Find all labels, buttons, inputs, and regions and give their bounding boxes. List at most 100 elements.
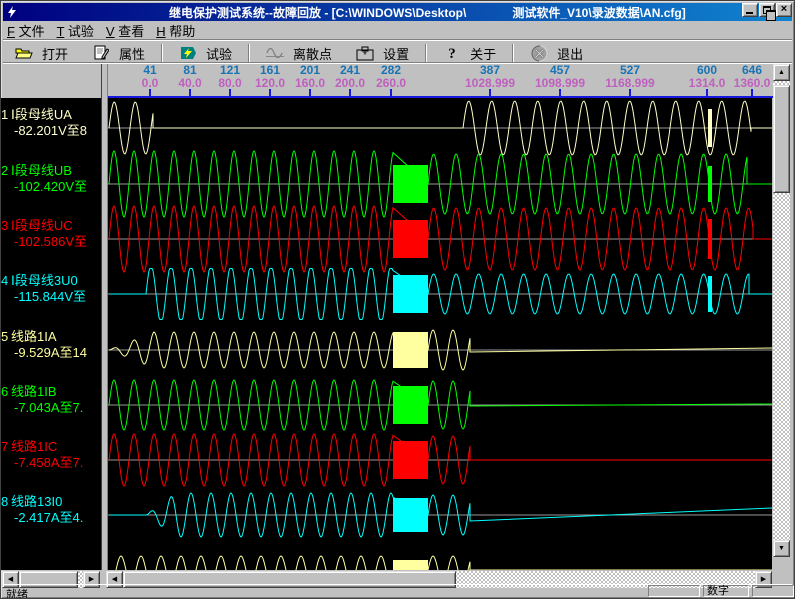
ruler-tick-81: 8140.0 bbox=[178, 64, 201, 90]
window-title-path: 测试软件_V10\录波数据\AN.cfg] bbox=[512, 4, 685, 21]
vertical-scrollbar[interactable]: ▲ ▼ bbox=[773, 64, 791, 557]
tick-mark bbox=[149, 89, 151, 96]
status-bar: 就绪 数字 bbox=[3, 584, 792, 597]
status-panel-3 bbox=[752, 585, 794, 597]
waveform-canvas[interactable] bbox=[108, 98, 772, 570]
minimize-button[interactable] bbox=[742, 3, 758, 17]
ruler-tick-387: 3871028.999 bbox=[465, 64, 515, 90]
minimize-icon bbox=[746, 12, 753, 14]
app-window: 继电保护测试系统--故障回放 - [C:\WINDOWS\Desktop\ 测试… bbox=[0, 0, 795, 599]
tick-mark bbox=[390, 89, 392, 96]
menu-item-v[interactable]: V 查看 bbox=[102, 20, 152, 41]
sine-wave-icon bbox=[266, 45, 284, 61]
cursor-marker-channel-4[interactable] bbox=[708, 276, 712, 312]
time-ruler[interactable]: 410.08140.012180.0161120.0201160.0241200… bbox=[105, 64, 773, 98]
tick-mark bbox=[706, 89, 708, 96]
arrow-right-icon: ▶ bbox=[89, 576, 94, 583]
tick-mark bbox=[189, 89, 191, 96]
cursor-marker-channel-1[interactable] bbox=[708, 109, 712, 147]
menu-accelerator: V bbox=[106, 24, 115, 39]
open-folder-icon bbox=[15, 45, 33, 61]
tick-mark bbox=[629, 89, 631, 96]
channel-number: 1 bbox=[1, 107, 11, 123]
fault-burst-block-channel-5 bbox=[393, 332, 428, 368]
channel-label-panel: 1Ⅰ段母线UA-82.201V至8 2Ⅰ段母线UB-102.420V至 3Ⅰ段母线U… bbox=[1, 98, 101, 570]
svg-text:?: ? bbox=[448, 46, 456, 61]
channel-number: 4 bbox=[1, 273, 11, 289]
menu-item-h[interactable]: H 帮助 bbox=[152, 20, 203, 41]
ruler-tick-600: 6001314.0 bbox=[689, 64, 726, 90]
channel-label-8[interactable]: 8线路13I0-2.417A至4. bbox=[1, 494, 101, 526]
channel-name: 4Ⅰ段母线3U0 bbox=[1, 273, 101, 289]
properties-icon bbox=[92, 45, 110, 61]
channel-label-2[interactable]: 2Ⅰ段母线UB-102.420V至 bbox=[1, 163, 101, 195]
arrow-left-icon: ◀ bbox=[8, 576, 13, 583]
channel-range: -7.043A至7. bbox=[1, 400, 101, 416]
menu-item-t[interactable]: T 试验 bbox=[53, 20, 102, 41]
channel-number: 3 bbox=[1, 218, 11, 234]
fault-burst-block-channel-9 bbox=[393, 560, 428, 570]
vertical-scroll-thumb[interactable] bbox=[773, 85, 790, 193]
fault-burst-block-channel-6 bbox=[393, 386, 428, 424]
ruler-tick-201: 201160.0 bbox=[295, 64, 325, 90]
ruler-tick-41: 410.0 bbox=[142, 64, 159, 90]
channel-name: 6线路1IB bbox=[1, 384, 101, 400]
test-button-label: 试验 bbox=[206, 44, 232, 63]
scroll-up-button[interactable]: ▲ bbox=[773, 64, 790, 81]
arrow-up-icon: ▲ bbox=[778, 69, 785, 76]
channel-range: -2.417A至4. bbox=[1, 510, 101, 526]
toolbar-separator bbox=[248, 44, 250, 62]
channel-label-5[interactable]: 5线路1IA-9.529A至14 bbox=[1, 329, 101, 361]
channel-label-6[interactable]: 6线路1IB-7.043A至7. bbox=[1, 384, 101, 416]
channel-number: 2 bbox=[1, 163, 11, 179]
tick-mark bbox=[269, 89, 271, 96]
discrete-button-label: 离散点 bbox=[293, 44, 332, 63]
waveform-channel-9 bbox=[116, 556, 772, 570]
exit-button-label: 退出 bbox=[557, 44, 583, 63]
fault-burst-block-channel-7 bbox=[393, 441, 428, 479]
channel-name: 5线路1IA bbox=[1, 329, 101, 345]
close-button[interactable]: × bbox=[776, 3, 792, 17]
menu-bar: F 文件T 试验V 查看H 帮助 bbox=[3, 21, 792, 39]
channel-name: 7线路1IC bbox=[1, 439, 101, 455]
channel-number: 6 bbox=[1, 384, 11, 400]
fault-burst-block-channel-3 bbox=[393, 220, 428, 258]
channel-name: 2Ⅰ段母线UB bbox=[1, 163, 101, 179]
app-icon bbox=[5, 5, 19, 19]
channel-range: -115.844V至 bbox=[1, 289, 101, 305]
fault-burst-block-channel-2 bbox=[393, 165, 428, 203]
scroll-down-button[interactable]: ▼ bbox=[773, 540, 790, 557]
status-panel-mode: 数字 bbox=[703, 585, 749, 597]
settings-button-label: 设置 bbox=[383, 44, 409, 63]
about-button-label: 关于 bbox=[470, 44, 496, 63]
arrow-left-icon: ◀ bbox=[112, 576, 117, 583]
restore-button[interactable] bbox=[759, 3, 775, 17]
panel-divider[interactable] bbox=[101, 64, 108, 570]
status-panel-1 bbox=[648, 585, 700, 597]
fault-burst-block-channel-8 bbox=[393, 498, 428, 532]
channel-range: -102.420V至 bbox=[1, 179, 101, 195]
cursor-marker-channel-2[interactable] bbox=[708, 166, 712, 202]
channel-label-1[interactable]: 1Ⅰ段母线UA-82.201V至8 bbox=[1, 107, 101, 139]
cursor-marker-channel-3[interactable] bbox=[708, 219, 712, 259]
channel-name: 1Ⅰ段母线UA bbox=[1, 107, 101, 123]
waveform-plot-area[interactable] bbox=[108, 98, 772, 570]
channel-range: -7.458A至7. bbox=[1, 455, 101, 471]
fault-burst-block-channel-4 bbox=[393, 275, 428, 313]
channel-label-4[interactable]: 4Ⅰ段母线3U0-115.844V至 bbox=[1, 273, 101, 305]
tick-mark bbox=[489, 89, 491, 96]
toolbar-separator bbox=[425, 44, 427, 62]
channel-label-3[interactable]: 3Ⅰ段母线UC-102.586V至 bbox=[1, 218, 101, 250]
menu-item-f[interactable]: F 文件 bbox=[3, 20, 53, 41]
channel-name: 3Ⅰ段母线UC bbox=[1, 218, 101, 234]
toolbar-separator bbox=[512, 44, 514, 62]
title-bar[interactable]: 继电保护测试系统--故障回放 - [C:\WINDOWS\Desktop\ 测试… bbox=[3, 3, 792, 21]
tick-mark bbox=[229, 89, 231, 96]
menu-accelerator: T bbox=[57, 24, 65, 39]
channel-label-7[interactable]: 7线路1IC-7.458A至7. bbox=[1, 439, 101, 471]
channel-name: 8线路13I0 bbox=[1, 494, 101, 510]
channel-range: -82.201V至8 bbox=[1, 123, 101, 139]
ruler-tick-527: 5271168.999 bbox=[605, 64, 654, 90]
ruler-tick-457: 4571098.999 bbox=[535, 64, 585, 90]
ruler-tick-121: 12180.0 bbox=[218, 64, 241, 90]
